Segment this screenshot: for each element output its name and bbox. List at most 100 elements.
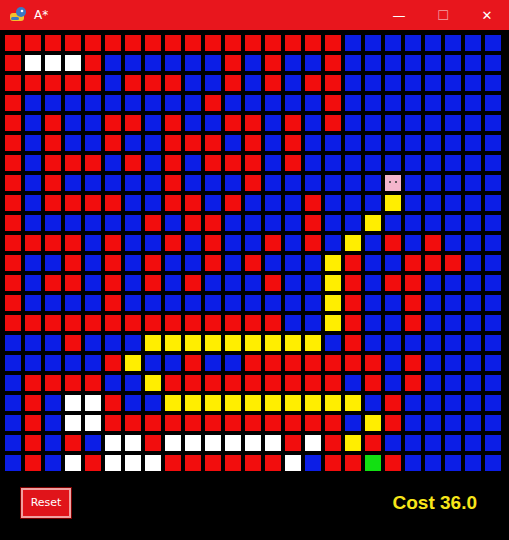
grid-cell[interactable] (225, 335, 241, 351)
grid-cell[interactable] (185, 55, 201, 71)
grid-cell[interactable] (385, 235, 401, 251)
grid-cell[interactable] (325, 155, 341, 171)
grid-cell[interactable] (345, 135, 361, 151)
grid-cell[interactable] (405, 175, 421, 191)
grid-cell[interactable] (485, 455, 501, 471)
grid-cell[interactable] (465, 55, 481, 71)
grid-cell[interactable] (425, 95, 441, 111)
grid-cell[interactable] (25, 355, 41, 371)
grid-cell[interactable] (445, 95, 461, 111)
grid-cell[interactable] (425, 355, 441, 371)
grid-cell[interactable] (285, 375, 301, 391)
grid-cell[interactable] (365, 455, 381, 471)
grid-cell[interactable] (365, 435, 381, 451)
grid-cell[interactable] (325, 95, 341, 111)
grid-cell[interactable] (465, 175, 481, 191)
grid-cell[interactable] (485, 275, 501, 291)
grid-cell[interactable] (45, 115, 61, 131)
grid-cell[interactable] (445, 75, 461, 91)
grid-cell[interactable] (145, 455, 161, 471)
grid-cell[interactable] (485, 375, 501, 391)
grid-cell[interactable] (265, 355, 281, 371)
grid-cell[interactable] (465, 355, 481, 371)
grid-cell[interactable] (205, 175, 221, 191)
grid-cell[interactable] (285, 195, 301, 211)
grid-cell[interactable] (365, 255, 381, 271)
grid-cell[interactable] (185, 275, 201, 291)
grid-cell[interactable] (5, 435, 21, 451)
grid-cell[interactable] (65, 295, 81, 311)
grid-cell[interactable] (205, 35, 221, 51)
grid-cell[interactable] (445, 315, 461, 331)
grid-cell[interactable] (105, 415, 121, 431)
grid-cell[interactable] (465, 195, 481, 211)
grid-cell[interactable] (445, 275, 461, 291)
grid-cell[interactable] (205, 455, 221, 471)
grid-cell[interactable] (25, 235, 41, 251)
grid-cell[interactable] (45, 155, 61, 171)
grid-cell[interactable] (325, 55, 341, 71)
grid-cell[interactable] (85, 255, 101, 271)
grid-cell[interactable] (385, 295, 401, 311)
grid-cell[interactable] (405, 195, 421, 211)
grid-cell[interactable] (165, 375, 181, 391)
grid-cell[interactable] (125, 455, 141, 471)
grid-cell[interactable] (385, 95, 401, 111)
grid-cell[interactable] (425, 115, 441, 131)
grid-cell[interactable] (405, 135, 421, 151)
grid-cell[interactable] (345, 335, 361, 351)
grid-cell[interactable] (25, 255, 41, 271)
grid-cell[interactable] (345, 315, 361, 331)
grid-cell[interactable] (345, 235, 361, 251)
grid-cell[interactable] (485, 195, 501, 211)
grid-cell[interactable] (85, 75, 101, 91)
grid-cell[interactable] (205, 315, 221, 331)
grid-cell[interactable] (45, 415, 61, 431)
grid-cell[interactable] (405, 435, 421, 451)
grid-cell[interactable] (65, 175, 81, 191)
grid-cell[interactable] (485, 395, 501, 411)
grid-cell[interactable] (145, 355, 161, 371)
grid-cell[interactable] (285, 415, 301, 431)
grid-cell[interactable] (25, 415, 41, 431)
grid-cell[interactable] (385, 355, 401, 371)
grid-cell[interactable] (425, 215, 441, 231)
grid-cell[interactable] (245, 455, 261, 471)
grid-cell[interactable] (265, 55, 281, 71)
grid-cell[interactable] (205, 275, 221, 291)
grid-cell[interactable] (65, 55, 81, 71)
grid-cell[interactable] (425, 275, 441, 291)
grid-cell[interactable] (445, 375, 461, 391)
grid-cell[interactable] (365, 115, 381, 131)
grid-cell[interactable] (245, 355, 261, 371)
grid-cell[interactable] (465, 255, 481, 271)
grid-cell[interactable] (5, 35, 21, 51)
grid-cell[interactable] (125, 255, 141, 271)
grid-cell[interactable] (325, 75, 341, 91)
grid-cell[interactable] (165, 295, 181, 311)
grid-cell[interactable] (165, 395, 181, 411)
grid-cell[interactable] (305, 135, 321, 151)
grid-cell[interactable] (85, 215, 101, 231)
grid-cell[interactable] (445, 235, 461, 251)
grid-cell[interactable] (345, 75, 361, 91)
grid-cell[interactable] (345, 215, 361, 231)
grid-cell[interactable] (205, 155, 221, 171)
grid-cell[interactable] (45, 455, 61, 471)
grid-cell[interactable] (245, 95, 261, 111)
grid-cell[interactable] (105, 215, 121, 231)
grid-cell[interactable] (85, 355, 101, 371)
grid-cell[interactable] (105, 455, 121, 471)
grid-cell[interactable] (185, 295, 201, 311)
grid-cell[interactable] (365, 275, 381, 291)
grid-cell[interactable] (265, 315, 281, 331)
grid-cell[interactable] (385, 215, 401, 231)
grid-cell[interactable] (325, 355, 341, 371)
grid-cell[interactable] (485, 435, 501, 451)
grid-cell[interactable] (345, 255, 361, 271)
grid-cell[interactable] (245, 75, 261, 91)
grid-cell[interactable] (165, 255, 181, 271)
grid-cell[interactable] (225, 275, 241, 291)
grid-cell[interactable] (485, 35, 501, 51)
grid-cell[interactable] (345, 375, 361, 391)
